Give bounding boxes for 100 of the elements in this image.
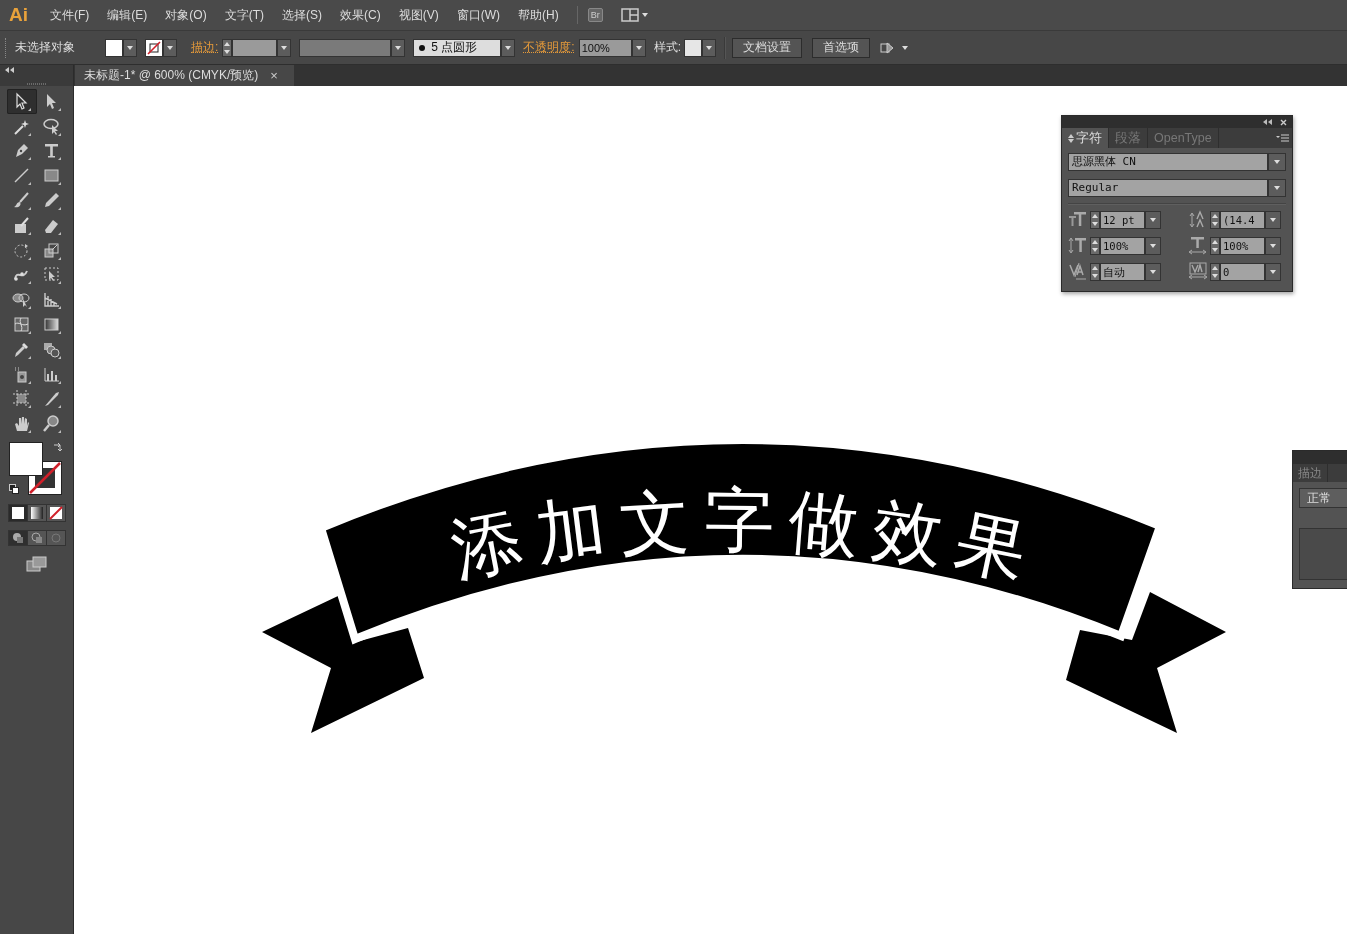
menu-item[interactable]: 帮助(H) bbox=[512, 4, 565, 26]
close-tab-button[interactable]: × bbox=[270, 68, 278, 83]
dropdown-button[interactable] bbox=[1268, 179, 1286, 197]
gradient-button[interactable] bbox=[27, 505, 46, 522]
vertical-scale-field[interactable]: 100% bbox=[1100, 236, 1145, 255]
opacity-link[interactable]: 不透明度: bbox=[523, 39, 575, 56]
shape-builder-icon bbox=[12, 290, 31, 310]
arrange-documents-icon[interactable] bbox=[880, 40, 911, 55]
document-setup-button[interactable]: 文档设置 bbox=[732, 37, 803, 58]
horizontal-scale-field[interactable]: 100% bbox=[1220, 236, 1265, 255]
stroke-link[interactable]: 描边: bbox=[191, 39, 219, 56]
hand-icon bbox=[12, 414, 31, 434]
caret-icon bbox=[1150, 243, 1156, 248]
spinner-icon[interactable] bbox=[1210, 210, 1220, 229]
brush-dropdown[interactable]: 5 点圆形 bbox=[413, 38, 502, 57]
scale-icon bbox=[42, 240, 61, 260]
banner-text: 添加文字做效果 bbox=[444, 479, 1047, 597]
preferences-button[interactable]: 首选项 bbox=[812, 37, 871, 58]
selection-status: 未选择对象 bbox=[15, 39, 75, 56]
draw-behind-icon[interactable] bbox=[27, 531, 46, 546]
menu-item[interactable]: 文件(F) bbox=[44, 4, 96, 26]
menu-item[interactable]: 选择(S) bbox=[276, 4, 328, 26]
style-swatch[interactable] bbox=[684, 38, 703, 57]
brush-dot-icon bbox=[419, 44, 426, 51]
menu-item[interactable]: 视图(V) bbox=[392, 4, 445, 26]
fill-swatch[interactable] bbox=[105, 38, 123, 57]
dropdown-button[interactable] bbox=[501, 38, 516, 57]
tracking-field[interactable]: 0 bbox=[1220, 262, 1265, 281]
bridge-button[interactable]: Br bbox=[587, 8, 603, 22]
font-style-dropdown[interactable]: Regular bbox=[1068, 179, 1268, 197]
spinner-icon[interactable] bbox=[1090, 262, 1100, 281]
caret-icon bbox=[706, 45, 713, 50]
workspace-switcher[interactable] bbox=[620, 8, 651, 22]
caret-icon bbox=[1150, 217, 1156, 222]
font-size-field[interactable]: 12 pt bbox=[1100, 210, 1145, 229]
tracking-icon bbox=[1188, 262, 1207, 281]
collapse-icon[interactable] bbox=[1263, 119, 1272, 125]
collapse-icon[interactable] bbox=[5, 67, 15, 73]
blend-mode-dropdown[interactable]: 正常 bbox=[1299, 488, 1347, 508]
dropdown-button[interactable] bbox=[1145, 262, 1161, 281]
symbol-sprayer-icon bbox=[12, 364, 31, 384]
font-family-dropdown[interactable]: 思源黑体 CN bbox=[1068, 153, 1268, 171]
draw-inside-icon[interactable] bbox=[46, 531, 65, 546]
caret-icon bbox=[281, 45, 288, 50]
caret-icon bbox=[127, 45, 133, 50]
caret-icon bbox=[395, 45, 402, 50]
spinner-icon[interactable] bbox=[1210, 236, 1220, 255]
kerning-icon bbox=[1068, 262, 1087, 281]
panel-menu-icon[interactable] bbox=[1276, 133, 1289, 143]
fill-color-swatch[interactable] bbox=[8, 442, 43, 477]
free-transform-icon bbox=[42, 265, 61, 285]
dropdown-button[interactable] bbox=[163, 38, 177, 57]
menu-item[interactable]: 文字(T) bbox=[218, 4, 270, 26]
spinner-icon[interactable] bbox=[1090, 210, 1100, 229]
opacity-field[interactable]: 100% bbox=[578, 38, 632, 57]
caret-icon bbox=[167, 45, 173, 50]
spinner-icon[interactable] bbox=[1210, 262, 1220, 281]
color-button[interactable] bbox=[8, 505, 27, 522]
spinner-icon[interactable] bbox=[1090, 236, 1100, 255]
menu-item[interactable]: 编辑(E) bbox=[101, 4, 154, 26]
leading-icon bbox=[1188, 210, 1207, 229]
panel-tab[interactable]: 字符 bbox=[1062, 128, 1109, 148]
leading-field[interactable]: (14.4 bbox=[1220, 210, 1265, 229]
caret-icon bbox=[635, 45, 642, 50]
screen-mode-icon[interactable] bbox=[25, 556, 48, 573]
zoom-icon bbox=[42, 414, 61, 434]
dropdown-button[interactable] bbox=[1265, 210, 1281, 229]
mesh-icon bbox=[12, 315, 31, 335]
dropdown-button[interactable] bbox=[1145, 210, 1161, 229]
dropdown-button[interactable] bbox=[1268, 153, 1286, 171]
close-icon[interactable] bbox=[1280, 118, 1287, 126]
kerning-field[interactable]: 自动 bbox=[1100, 262, 1145, 281]
document-tab[interactable]: 未标题-1* @ 600% (CMYK/预览) × bbox=[75, 65, 294, 86]
dropdown-button[interactable] bbox=[277, 38, 292, 57]
swap-icon[interactable] bbox=[52, 442, 63, 453]
dropdown-button[interactable] bbox=[1265, 262, 1281, 281]
caret-icon bbox=[1274, 186, 1280, 190]
spinner-icon[interactable] bbox=[222, 38, 233, 57]
dropdown-button[interactable] bbox=[1145, 236, 1161, 255]
horizontal-scale-icon bbox=[1188, 236, 1207, 255]
tool-button[interactable] bbox=[6, 89, 37, 114]
stroke-swatch[interactable] bbox=[145, 38, 163, 57]
dropdown-button[interactable] bbox=[123, 38, 137, 57]
font-size-icon bbox=[1068, 210, 1087, 229]
menu-item[interactable]: 窗口(W) bbox=[450, 4, 506, 26]
lasso-icon bbox=[42, 116, 61, 136]
menu-item[interactable]: 效果(C) bbox=[334, 4, 387, 26]
none-button[interactable] bbox=[46, 505, 65, 522]
menu-item[interactable]: 对象(O) bbox=[159, 4, 213, 26]
default-colors-icon[interactable] bbox=[8, 484, 19, 495]
gradient-icon bbox=[42, 315, 61, 335]
dropdown-button[interactable] bbox=[702, 38, 717, 57]
dropdown-button[interactable] bbox=[1265, 236, 1281, 255]
dropdown-button[interactable] bbox=[391, 38, 406, 57]
perspective-grid-icon bbox=[42, 290, 61, 310]
paintbrush-icon bbox=[12, 191, 31, 211]
stroke-weight-field[interactable] bbox=[232, 38, 278, 57]
caret-icon bbox=[1274, 160, 1280, 164]
caret-icon bbox=[1270, 217, 1276, 222]
vertical-scale-icon bbox=[1068, 236, 1087, 255]
